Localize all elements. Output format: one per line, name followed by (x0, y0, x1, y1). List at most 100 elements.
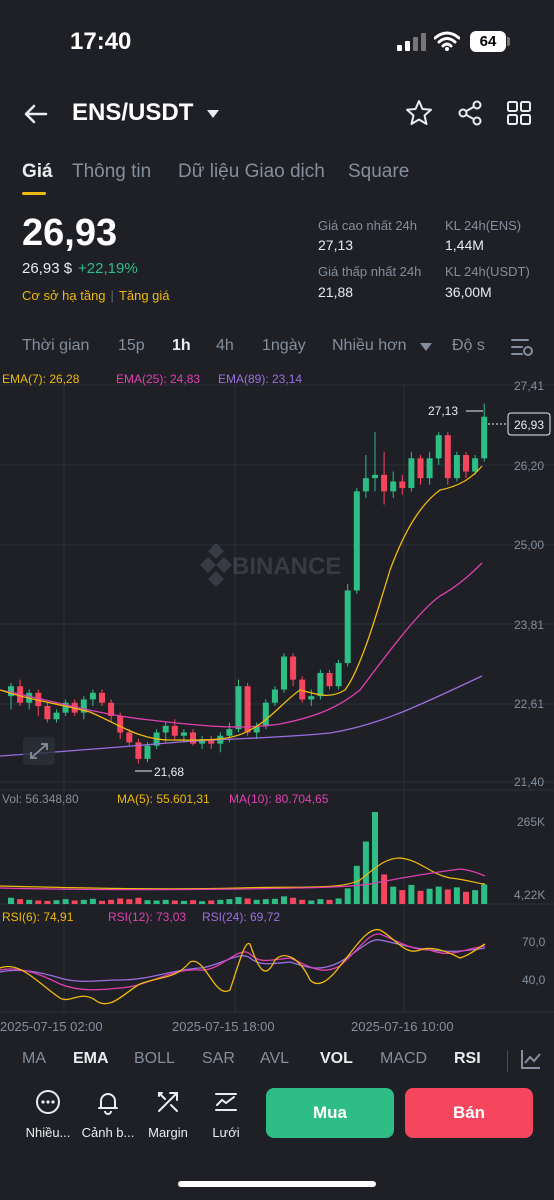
bell-icon (98, 1093, 118, 1115)
wifi-icon (434, 31, 460, 51)
time-axis-label: 2025-07-15 18:00 (172, 1019, 275, 1034)
last-price-tag-text: 26,93 (514, 418, 544, 432)
volume-bar (235, 897, 242, 904)
indicator-boll[interactable]: BOLL (134, 1050, 175, 1068)
vol-ma5-line (0, 857, 486, 890)
volume-bar (262, 899, 269, 904)
volume-bar (144, 900, 151, 904)
indicator-sar[interactable]: SAR (202, 1050, 235, 1068)
volume-bar (44, 900, 51, 904)
candle-body (399, 481, 406, 489)
rsi12-line (0, 933, 486, 991)
tag-gainer[interactable]: Tăng giá (119, 288, 170, 303)
candle-body (435, 435, 442, 459)
share-icon[interactable] (455, 98, 485, 128)
interval-1h[interactable]: 1h (172, 337, 191, 355)
indicator-ema[interactable]: EMA (73, 1050, 109, 1068)
ma10-legend: MA(10): 80.704,65 (229, 792, 329, 806)
indicator-avl[interactable]: AVL (260, 1050, 289, 1068)
star-icon[interactable] (404, 98, 434, 128)
volume-bar (26, 899, 33, 904)
pair-title[interactable]: ENS/USDT (72, 99, 193, 127)
vol-usdt-value: 36,00M (445, 284, 492, 300)
interval-bar: Thời gian 15p 1h 4h 1ngày Nhiều hơn Độ s (0, 333, 554, 361)
ema25-legend: EMA(25): 24,83 (116, 372, 200, 386)
price-chart[interactable]: BINANCE EMA(7): 26,28 EMA(25): 24,83 EMA… (0, 360, 554, 1040)
candle-body (226, 729, 233, 736)
alert-action[interactable]: Cảnh b... (80, 1088, 136, 1140)
price-change: +22,19% (78, 260, 138, 277)
volume-bar (335, 898, 342, 904)
watermark-text: BINANCE (232, 553, 341, 580)
volume-bar (135, 897, 142, 904)
back-arrow-icon[interactable] (20, 98, 52, 130)
indicator-ma[interactable]: MA (22, 1050, 46, 1068)
high-label: Giá cao nhất 24h (318, 218, 418, 233)
candle-body (180, 732, 187, 736)
interval-depth[interactable]: Độ s (452, 337, 485, 355)
interval-time[interactable]: Thời gian (22, 337, 89, 355)
candle-body (417, 458, 424, 479)
candle-body (290, 656, 297, 680)
rsi6-line (0, 929, 486, 1005)
volume-bar (399, 890, 406, 904)
candle-body (117, 715, 124, 733)
category-tags: Cơ sở hạ tầng | Tăng giá (22, 288, 170, 303)
volume-bar (453, 887, 460, 904)
candle-body (426, 458, 433, 479)
margin-action[interactable]: Margin (140, 1088, 196, 1140)
volume-bar (271, 898, 278, 904)
buy-button[interactable]: Mua (266, 1088, 394, 1138)
battery-tip (507, 37, 510, 46)
chevron-down-icon[interactable] (206, 109, 220, 119)
battery-indicator: 64 (470, 31, 506, 52)
volume-bar (208, 900, 215, 904)
candle-body (353, 491, 360, 591)
volume-bar (99, 900, 105, 904)
indicator-tabs: MA EMA BOLL SAR AVL VOL MACD RSI (0, 1044, 554, 1074)
tab-square[interactable]: Square (348, 161, 409, 183)
volume-bar (199, 901, 206, 904)
volume-bar (463, 891, 469, 904)
vol-axis-label: 4,22K (514, 888, 545, 902)
expand-icon[interactable] (23, 737, 55, 765)
grid-action[interactable]: Lưới (198, 1088, 254, 1140)
candle-body (326, 673, 333, 687)
more-caret-icon[interactable] (420, 343, 432, 351)
grid-trading-icon (215, 1093, 237, 1111)
chart-settings-icon[interactable] (510, 335, 534, 359)
interval-more[interactable]: Nhiều hơn (332, 337, 407, 355)
high-value: 27,13 (318, 237, 354, 253)
candle-body (344, 590, 351, 664)
candle-body (453, 455, 460, 479)
indicator-rsi[interactable]: RSI (454, 1050, 481, 1068)
tab-trading-data[interactable]: Dữ liệu Giao dịch (178, 161, 325, 183)
sell-button[interactable]: Bán (405, 1088, 533, 1138)
rsi6-legend: RSI(6): 74,91 (2, 910, 74, 924)
ema7-legend: EMA(7): 26,28 (2, 372, 80, 386)
page-tabs: Giá Thông tin Dữ liệu Giao dịch Square (0, 155, 554, 195)
volume-bar (180, 900, 187, 904)
tab-price[interactable]: Giá (22, 161, 53, 183)
more-action[interactable]: Nhiều... (20, 1088, 76, 1140)
candle-body (235, 686, 242, 730)
volume-bar (153, 900, 160, 904)
tab-info[interactable]: Thông tin (72, 161, 151, 183)
interval-1d[interactable]: 1ngày (262, 337, 306, 355)
grid-menu-icon[interactable] (504, 98, 534, 128)
low-value: 21,88 (318, 284, 354, 300)
volume-bar (299, 899, 306, 904)
interval-4h[interactable]: 4h (216, 337, 234, 355)
status-time: 17:40 (70, 28, 132, 55)
tag-infrastructure[interactable]: Cơ sở hạ tầng (22, 288, 106, 303)
candle-body (271, 689, 278, 703)
binance-watermark: BINANCE (200, 543, 341, 587)
indicator-macd[interactable]: MACD (380, 1050, 427, 1068)
interval-15m[interactable]: 15p (118, 337, 145, 355)
candle-body (44, 706, 51, 720)
low-label: Giá thấp nhất 24h (318, 264, 422, 279)
price-axis-label: 26,20 (514, 459, 544, 473)
more-label: Nhiều... (25, 1125, 71, 1140)
indicator-vol[interactable]: VOL (320, 1050, 353, 1068)
indicator-chart-icon[interactable] (520, 1048, 542, 1070)
